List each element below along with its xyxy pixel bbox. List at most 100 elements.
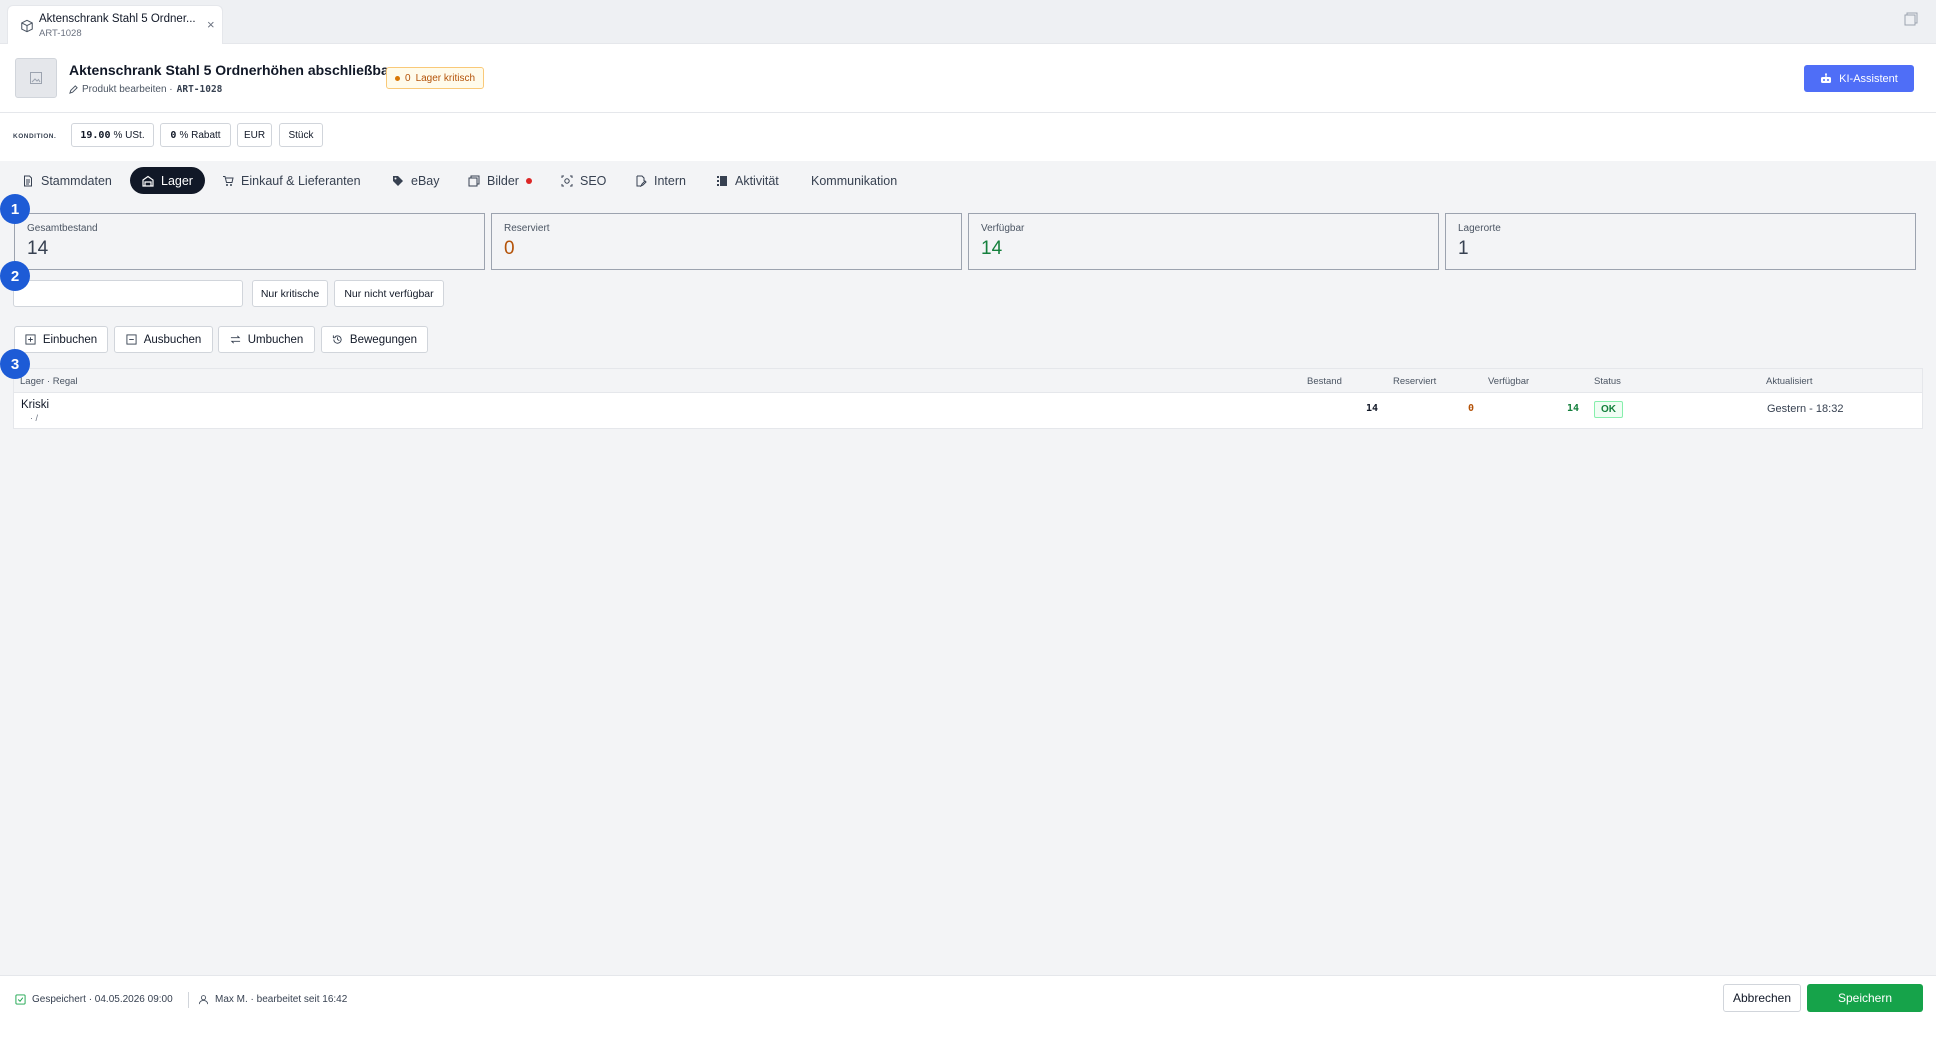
discount-unit: % Rabatt <box>179 129 221 141</box>
filter-unavailable-button[interactable]: Nur nicht verfügbar <box>334 280 444 307</box>
window-restore-icon[interactable] <box>1904 12 1918 26</box>
robot-icon <box>1821 73 1832 83</box>
einbuchen-button[interactable]: Einbuchen <box>14 326 108 353</box>
row-stock: 14 <box>1366 403 1379 414</box>
stat-value: 14 <box>981 238 1003 259</box>
col-stock: Bestand <box>1307 376 1342 387</box>
table-header: Lager · Regal Bestand Reserviert Verfügb… <box>14 369 1922 393</box>
product-thumbnail[interactable] <box>15 58 57 98</box>
stat-value: 0 <box>504 238 515 259</box>
document-icon <box>24 175 32 186</box>
bewegungen-button[interactable]: Bewegungen <box>321 326 428 353</box>
warning-dot-icon <box>395 75 400 81</box>
filter-critical-button[interactable]: Nur kritische <box>252 280 328 307</box>
col-location: Lager · Regal <box>20 376 78 387</box>
tab-kommunikation[interactable]: Kommunikation <box>811 167 897 194</box>
tab-intern[interactable]: Intern <box>635 167 686 194</box>
ausbuchen-label: Ausbuchen <box>143 333 202 346</box>
cancel-button[interactable]: Abbrechen <box>1723 984 1801 1012</box>
stock-critical-badge: 0 Lager kritisch <box>386 67 485 89</box>
stat-label: Reserviert <box>504 223 550 234</box>
tab-seo-label: SEO <box>580 173 607 188</box>
cart-icon <box>223 175 234 186</box>
conditions-row: KONDITION. 19.00 % USt. 0 % Rabatt EUR S… <box>0 113 1936 161</box>
tab-stammdaten-label: Stammdaten <box>41 173 112 188</box>
col-available: Verfügbar <box>1488 376 1530 387</box>
tab-ebay-label: eBay <box>411 173 440 188</box>
breadcrumb: Produkt bearbeiten · ART-1028 <box>69 84 222 95</box>
tag-icon <box>393 175 403 186</box>
discount-value: 0 <box>170 129 177 141</box>
vat-value: 19.00 <box>80 129 111 141</box>
row-reserved: 0 <box>1468 403 1475 414</box>
page-title: Aktenschrank Stahl 5 Ordnerhöhen abschli… <box>69 62 395 78</box>
tab-seo[interactable]: SEO <box>561 167 606 194</box>
vat-chip[interactable]: 19.00 % USt. <box>71 123 154 147</box>
close-icon[interactable]: × <box>207 17 215 32</box>
einbuchen-label: Einbuchen <box>42 333 98 346</box>
editor-status-text: Max M. · bearbeitet seit 16:42 <box>215 994 348 1005</box>
vat-unit: % USt. <box>113 129 145 141</box>
document-tab[interactable]: Aktenschrank Stahl 5 Ordner... ART-1028 … <box>7 5 223 44</box>
document-tab-sku: ART-1028 <box>39 28 82 39</box>
stat-card-locations: Lagerorte 1 <box>1445 213 1916 270</box>
stat-card-available: Verfügbar 14 <box>968 213 1439 270</box>
tab-einkauf[interactable]: Einkauf & Lieferanten <box>222 167 361 194</box>
tab-lager-label: Lager <box>161 173 193 188</box>
umbuchen-label: Umbuchen <box>247 333 304 346</box>
tab-intern-label: Intern <box>654 173 686 188</box>
discount-chip[interactable]: 0 % Rabatt <box>160 123 231 147</box>
conditions-label: KONDITION. <box>13 133 57 140</box>
tab-bilder-label: Bilder <box>487 173 519 188</box>
tab-kommunikation-label: Kommunikation <box>811 173 898 188</box>
package-icon <box>21 19 33 33</box>
ki-assistant-label: KI-Assistent <box>1839 72 1898 85</box>
note-edit-icon <box>636 175 647 187</box>
tab-aktivitaet-label: Aktivität <box>735 173 779 188</box>
tab-lager[interactable]: Lager <box>130 167 205 194</box>
stat-card-reserved: Reserviert 0 <box>491 213 962 270</box>
critical-label: Lager kritisch <box>415 72 476 84</box>
bewegungen-label: Bewegungen <box>349 333 418 346</box>
umbuchen-button[interactable]: Umbuchen <box>218 326 315 353</box>
edit-product-label: Produkt bearbeiten · <box>82 84 173 95</box>
notification-dot-icon <box>525 177 532 184</box>
tab-ebay[interactable]: eBay <box>392 167 440 194</box>
document-tab-title: Aktenschrank Stahl 5 Ordner... <box>39 13 196 25</box>
tab-aktivitaet[interactable]: Aktivität <box>716 167 779 194</box>
product-header: Aktenschrank Stahl 5 Ordnerhöhen abschli… <box>0 44 1936 113</box>
status-badge: OK <box>1594 401 1623 418</box>
footer-bar: Gespeichert · 04.05.2026 09:00 Max M. · … <box>0 975 1936 1048</box>
activity-list-icon <box>717 175 727 186</box>
saved-status: Gespeichert · 04.05.2026 09:00 <box>15 994 173 1005</box>
minus-square-icon <box>126 334 137 345</box>
stat-value: 14 <box>27 238 49 259</box>
search-input[interactable] <box>13 280 243 307</box>
tab-stammdaten[interactable]: Stammdaten <box>22 167 112 194</box>
editor-status: Max M. · bearbeitet seit 16:42 <box>198 994 347 1005</box>
row-updated: Gestern - 18:32 <box>1767 403 1844 415</box>
tab-bilder[interactable]: Bilder <box>468 167 532 194</box>
currency-chip[interactable]: EUR <box>237 123 272 147</box>
stat-label: Gesamtbestand <box>27 223 98 234</box>
stat-label: Lagerorte <box>1458 223 1501 234</box>
critical-count: 0 <box>405 72 411 84</box>
save-status-icon <box>15 994 26 1005</box>
saved-status-text: Gespeichert · 04.05.2026 09:00 <box>32 994 173 1005</box>
row-location: Kriski <box>21 399 50 411</box>
transfer-icon <box>230 335 240 344</box>
step-marker-2: 2 <box>0 261 30 291</box>
plus-square-icon <box>25 334 36 345</box>
row-available: 14 <box>1567 403 1580 414</box>
ausbuchen-button[interactable]: Ausbuchen <box>114 326 213 353</box>
unit-chip[interactable]: Stück <box>279 123 323 147</box>
save-button[interactable]: Speichern <box>1807 984 1923 1012</box>
stat-value: 1 <box>1458 238 1469 259</box>
product-sku: ART-1028 <box>176 84 223 95</box>
col-updated: Aktualisiert <box>1766 376 1813 387</box>
history-icon <box>332 335 342 344</box>
ki-assistant-button[interactable]: KI-Assistent <box>1804 65 1914 92</box>
image-icon <box>30 72 42 84</box>
stat-card-total: Gesamtbestand 14 <box>14 213 485 270</box>
row-location-sub: · / <box>30 413 38 423</box>
